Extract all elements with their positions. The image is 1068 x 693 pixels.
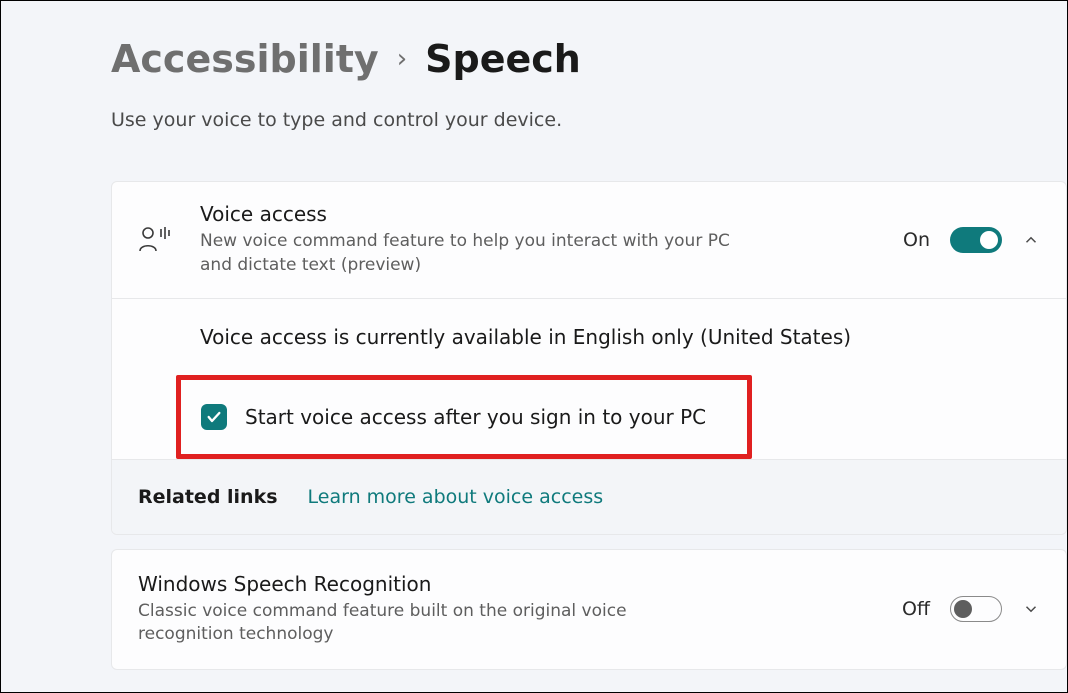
voice-access-info: Voice access is currently available in E… xyxy=(200,325,851,349)
related-links-row: Related links Learn more about voice acc… xyxy=(112,459,1066,534)
chevron-down-icon[interactable] xyxy=(1022,600,1040,618)
learn-more-link[interactable]: Learn more about voice access xyxy=(308,486,604,508)
chevron-up-icon[interactable] xyxy=(1022,231,1040,249)
speech-recognition-toggle[interactable] xyxy=(950,596,1002,622)
speech-recognition-status: Off xyxy=(902,598,930,620)
voice-access-info-row: Voice access is currently available in E… xyxy=(112,299,1066,376)
start-after-signin-checkbox[interactable] xyxy=(201,404,227,430)
check-icon xyxy=(206,409,222,425)
speech-recognition-desc: Classic voice command feature built on t… xyxy=(138,600,698,648)
highlight-annotation: Start voice access after you sign in to … xyxy=(176,375,752,459)
breadcrumb-parent[interactable]: Accessibility xyxy=(111,37,379,81)
speech-recognition-title: Windows Speech Recognition xyxy=(138,572,902,596)
breadcrumb-separator: › xyxy=(397,44,407,74)
start-after-signin-label: Start voice access after you sign in to … xyxy=(245,405,706,429)
voice-access-header[interactable]: Voice access New voice command feature t… xyxy=(112,182,1066,299)
voice-access-icon xyxy=(138,225,200,255)
speech-recognition-card[interactable]: Windows Speech Recognition Classic voice… xyxy=(111,549,1067,671)
voice-access-status: On xyxy=(903,229,930,251)
voice-access-title: Voice access xyxy=(200,202,903,226)
voice-access-toggle[interactable] xyxy=(950,227,1002,253)
breadcrumb: Accessibility › Speech xyxy=(111,37,1067,81)
voice-access-card: Voice access New voice command feature t… xyxy=(111,181,1067,535)
start-after-signin-row[interactable]: Start voice access after you sign in to … xyxy=(181,380,747,454)
voice-access-desc: New voice command feature to help you in… xyxy=(200,230,760,278)
related-links-label: Related links xyxy=(138,486,278,508)
breadcrumb-current: Speech xyxy=(425,37,581,81)
page-subtitle: Use your voice to type and control your … xyxy=(111,109,1067,131)
